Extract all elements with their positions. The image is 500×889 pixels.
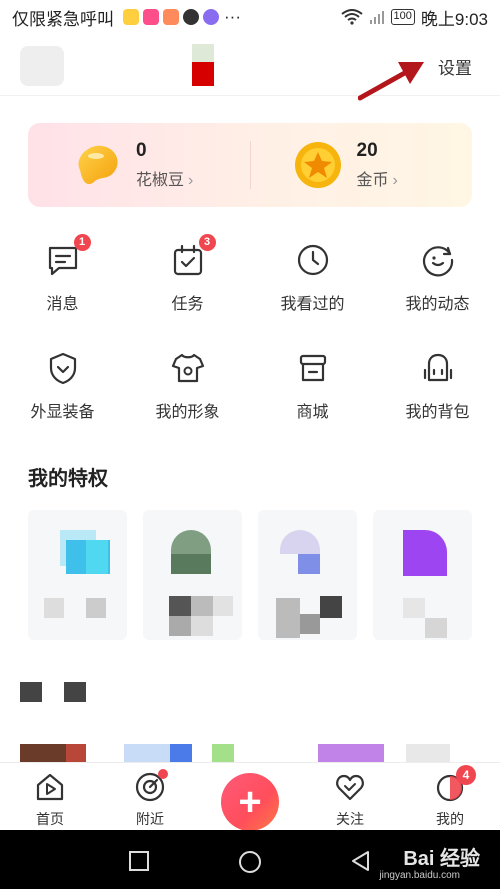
notification-icons [123,9,219,25]
tab-label: 附近 [136,811,164,827]
grid-item-activity[interactable]: 我的动态 [375,232,500,340]
grid-item-backpack[interactable]: 我的背包 [375,340,500,448]
tab-label: 我的 [436,811,464,827]
status-right: 100 晚上9:03 [340,5,488,30]
grid-item-label: 外显装备 [30,404,95,421]
task-icon: 3 [170,234,216,278]
tab-label: 关注 [336,811,364,827]
avatar[interactable] [20,46,64,86]
settings-button[interactable]: 设置 [438,54,472,79]
watermark-url: jingyan.baidu.com [379,870,460,881]
coins-entry[interactable]: 20 金币 › [251,140,473,190]
user-level-badge [192,44,214,86]
grid-item-history[interactable]: 我看过的 [250,232,375,340]
system-nav-bar: Bai 经验 jingyan.baidu.com [0,830,500,889]
bean-icon [78,145,118,185]
chevron-right-icon: › [392,172,398,189]
coins-count: 20 [356,140,378,161]
chat-notification-icon [183,9,199,25]
beans-count: 0 [136,140,147,161]
tab-nearby[interactable]: 附近 [100,763,200,830]
home-icon [34,771,66,803]
shield-icon [45,350,81,386]
privilege-card[interactable] [143,510,242,640]
grid-item-equipment[interactable]: 外显装备 [0,340,125,448]
home-button-icon[interactable] [238,850,262,874]
nearby-dot [158,769,168,779]
grid-item-label: 消息 [46,296,79,313]
tab-label: 首页 [36,811,64,827]
emergency-call-text: 仅限紧急呼叫 [12,9,114,29]
back-icon[interactable] [350,850,372,872]
tab-create[interactable]: + [200,763,300,831]
grid-item-tasks[interactable]: 3 任务 [125,232,250,340]
privilege-card[interactable] [258,510,357,640]
backpack-icon [420,350,456,386]
status-bar: 仅限紧急呼叫 ··· 100 晚上9:03 [0,0,500,34]
shirt-icon [170,350,206,386]
privileges-list [28,510,472,640]
profile-header: 设置 [0,34,500,101]
app-notification-icon [163,9,179,25]
create-button[interactable]: + [221,773,279,831]
more-content [0,680,500,770]
grid-item-avatar-look[interactable]: 我的形象 [125,340,250,448]
grid-item-store[interactable]: 商城 [250,340,375,448]
signal-icon [369,11,384,24]
more-notifications-icon: ··· [224,7,241,26]
grid-item-label: 我的背包 [405,404,470,421]
beans-entry[interactable]: 0 花椒豆 › [28,140,250,190]
grid-item-messages[interactable]: 1 消息 [0,232,125,340]
tab-me[interactable]: 4 我的 [400,763,500,830]
feature-row: 1 消息 3 任务 我看过的 我的动态 [0,232,500,340]
tab-follow[interactable]: 关注 [300,763,400,830]
activity-icon [420,242,456,278]
app-notification-icon [143,9,159,25]
privilege-card[interactable] [373,510,472,640]
clock-icon [295,242,331,278]
me-badge: 4 [456,765,476,785]
status-left: 仅限紧急呼叫 ··· [12,5,241,30]
heart-icon [334,771,366,803]
message-badge: 1 [73,234,91,251]
task-badge: 3 [198,234,216,251]
wallet-card: 0 花椒豆 › 20 金币 › [28,123,472,207]
beans-label: 花椒豆 [136,172,185,189]
tab-home[interactable]: 首页 [0,763,100,830]
app-notification-icon [123,9,139,25]
grid-item-label: 任务 [171,296,204,313]
recent-apps-icon[interactable] [128,850,150,872]
annotation-arrow-icon [358,62,424,101]
message-icon: 1 [45,234,91,278]
feature-grid: 1 消息 3 任务 我看过的 我的动态 外显装备 我的形象 商城 我的背包 [0,232,500,448]
battery-indicator: 100 [390,9,415,25]
feature-row: 外显装备 我的形象 商城 我的背包 [0,340,500,448]
grid-item-label: 我看过的 [280,296,345,313]
bottom-tab-bar: 首页 附近 + 关注 4 我的 [0,762,500,831]
store-icon [295,350,331,386]
privilege-card[interactable] [28,510,127,640]
coins-label: 金币 [356,172,389,189]
grid-item-label: 我的形象 [155,404,220,421]
watermark-logo: Bai 经验 [403,848,480,870]
app-notification-icon [203,9,219,25]
wifi-icon [340,9,363,25]
grid-item-label: 商城 [296,404,329,421]
clock-time: 晚上9:03 [420,9,488,29]
privileges-title: 我的特权 [28,468,108,490]
grid-item-label: 我的动态 [405,296,470,313]
coin-icon [294,142,341,188]
chevron-right-icon: › [188,172,194,189]
